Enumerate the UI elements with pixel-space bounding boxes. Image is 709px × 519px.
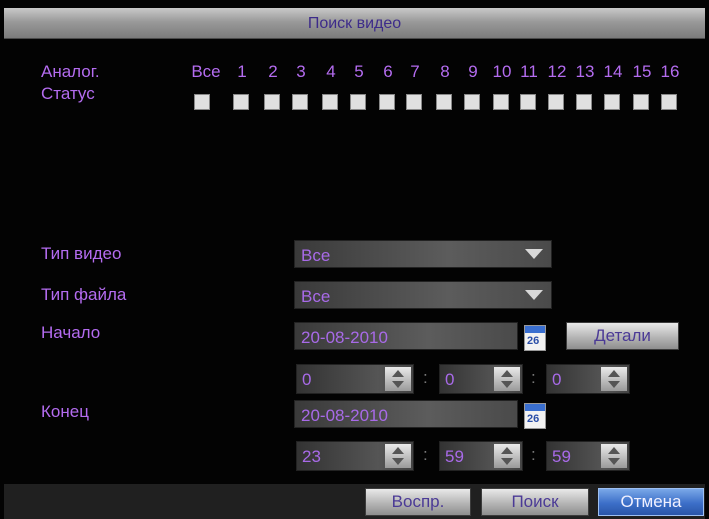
start-calendar-day: 26 [527,335,540,347]
end-second-spinner[interactable]: 59 [546,441,630,471]
end-label: Конец [41,402,89,421]
end-hour-value: 23 [302,447,321,466]
start-minute-spinner[interactable]: 0 [439,364,523,394]
end-calendar-icon[interactable]: 26 [524,403,546,429]
channel-4-label: 4 [326,62,336,81]
channel-6-label: 6 [383,62,393,81]
channel-7-label: 7 [410,62,420,81]
channel-all-label: Все [191,62,221,81]
spinner-arrows-icon[interactable] [601,367,627,391]
channel-13-label: 13 [575,62,595,81]
channel-9-label: 9 [468,62,478,81]
title-bar: Поиск видео [4,8,705,39]
channel-3-checkbox[interactable] [292,94,308,110]
spinner-arrows-icon[interactable] [494,444,520,468]
time-separator: : [531,445,536,464]
channel-5-label: 5 [354,62,364,81]
channel-7-checkbox[interactable] [406,94,422,110]
spinner-arrows-icon[interactable] [385,367,411,391]
time-separator: : [531,368,536,387]
channel-4-checkbox[interactable] [322,94,338,110]
dialog-title: Поиск видео [307,15,402,32]
channel-6-checkbox[interactable] [379,94,395,110]
spinner-arrows-icon[interactable] [385,444,411,468]
channel-8-label: 8 [440,62,450,81]
channel-9-checkbox[interactable] [464,94,480,110]
channel-1-label: 1 [237,62,247,81]
start-date-value: 20-08-2010 [301,328,388,347]
channel-15-label: 15 [632,62,652,81]
channel-13-checkbox[interactable] [576,94,592,110]
end-hour-spinner[interactable]: 23 [296,441,414,471]
file-type-value: Все [301,287,331,306]
time-separator: : [423,368,428,387]
channel-12-checkbox[interactable] [548,94,564,110]
channel-all-checkbox[interactable] [194,94,210,110]
end-calendar-day: 26 [527,413,540,425]
dropdown-arrow-icon [525,249,543,259]
time-separator: : [423,445,428,464]
end-date-value: 20-08-2010 [301,406,388,425]
start-calendar-icon[interactable]: 26 [524,325,546,351]
start-second-spinner[interactable]: 0 [546,364,630,394]
start-second-value: 0 [552,370,562,389]
play-button[interactable]: Воспр. [365,488,471,516]
status-label: Статус [41,84,95,103]
channel-14-label: 14 [603,62,623,81]
channel-15-checkbox[interactable] [633,94,649,110]
channel-12-label: 12 [547,62,567,81]
end-minute-spinner[interactable]: 59 [439,441,523,471]
start-label: Начало [41,323,101,342]
channel-1-checkbox[interactable] [233,94,249,110]
end-date-field[interactable]: 20-08-2010 [294,400,518,428]
channel-16-label: 16 [660,62,680,81]
analog-label: Аналог. [41,62,100,81]
video-type-value: Все [301,246,331,265]
channel-3-label: 3 [296,62,306,81]
end-second-value: 59 [552,447,571,466]
start-hour-spinner[interactable]: 0 [296,364,414,394]
start-hour-value: 0 [302,370,312,389]
search-button[interactable]: Поиск [481,488,589,516]
spinner-arrows-icon[interactable] [601,444,627,468]
end-minute-value: 59 [445,447,464,466]
channel-10-label: 10 [492,62,512,81]
channel-8-checkbox[interactable] [436,94,452,110]
channel-11-label: 11 [520,62,538,81]
channel-2-checkbox[interactable] [264,94,280,110]
channel-11-checkbox[interactable] [520,94,536,110]
dropdown-arrow-icon [525,290,543,300]
file-type-label: Тип файла [41,285,127,304]
details-button[interactable]: Детали [566,322,679,350]
channel-14-checkbox[interactable] [604,94,620,110]
start-date-field[interactable]: 20-08-2010 [294,322,518,350]
video-search-dialog: Поиск видео Аналог. Статус Все 123456789… [0,0,709,519]
channel-2-label: 2 [268,62,278,81]
video-type-label: Тип видео [41,244,122,263]
start-minute-value: 0 [445,370,455,389]
video-type-select[interactable]: Все [294,240,552,268]
cancel-button[interactable]: Отмена [598,488,704,516]
channel-10-checkbox[interactable] [493,94,509,110]
file-type-select[interactable]: Все [294,281,552,309]
channel-5-checkbox[interactable] [350,94,366,110]
spinner-arrows-icon[interactable] [494,367,520,391]
channel-16-checkbox[interactable] [661,94,677,110]
